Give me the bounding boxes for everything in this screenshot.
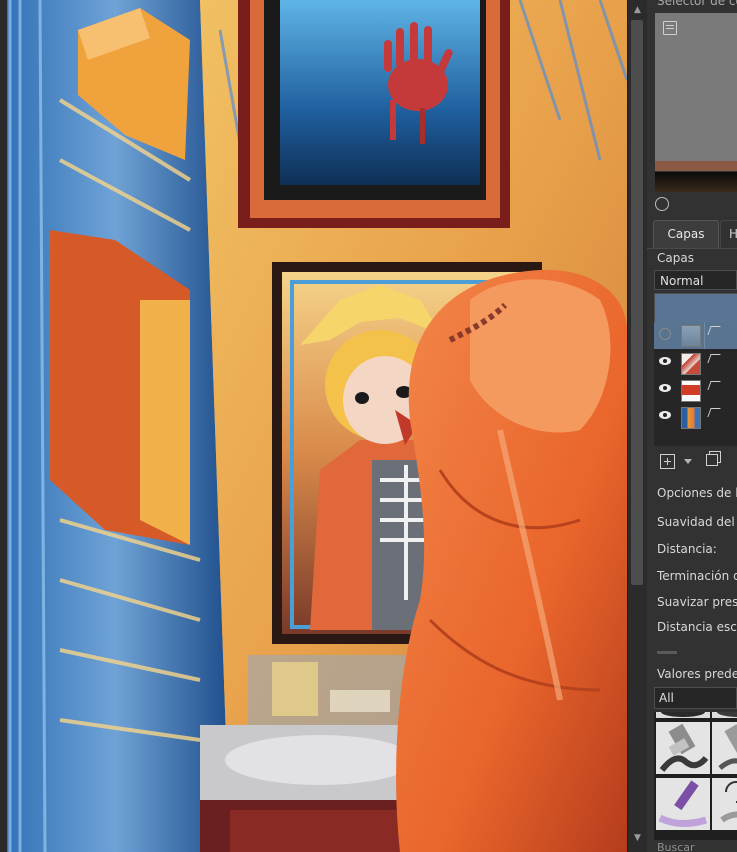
refresh-icon[interactable] <box>655 197 669 211</box>
smoothness-label: Suavidad del pi <box>657 515 737 529</box>
layer-row[interactable] <box>654 322 737 349</box>
layers-panel-title: Capas <box>657 251 694 265</box>
layer-row[interactable] <box>654 350 737 377</box>
layer-thumbnail <box>681 353 701 375</box>
brush-presets-title: Valores predefi <box>657 667 737 681</box>
docker-panel: Selector de colo Capas H Capas Normal <box>647 0 737 852</box>
preset-tag-select[interactable]: All <box>654 687 737 709</box>
layer-row[interactable] <box>654 404 737 431</box>
scroll-down-icon[interactable]: ▼ <box>631 832 644 845</box>
layer-row[interactable] <box>654 377 737 404</box>
inherit-alpha-icon[interactable] <box>707 381 721 390</box>
color-history-strip[interactable] <box>655 161 737 171</box>
chevron-down-icon[interactable] <box>684 459 692 464</box>
tab-history[interactable]: H <box>720 220 737 248</box>
distance-label: Distancia: <box>657 542 717 556</box>
tab-capas[interactable]: Capas <box>653 220 719 248</box>
pressure-smoothing-label: Suavizar presió <box>657 595 737 609</box>
color-menu-icon[interactable] <box>663 21 677 35</box>
visibility-eye-icon[interactable] <box>659 384 672 393</box>
layer-thumbnail <box>681 407 701 429</box>
canvas-vertical-scrollbar[interactable]: ▲ ▼ <box>627 0 647 852</box>
layer-list[interactable] <box>654 322 737 446</box>
brush-preset-grid[interactable] <box>654 712 737 840</box>
brush-options-title: Opciones de la <box>657 486 737 500</box>
brush-preset[interactable] <box>656 712 710 718</box>
brush-preset[interactable] <box>712 722 737 774</box>
color-gradient-strip[interactable] <box>655 172 737 192</box>
inherit-alpha-icon[interactable] <box>707 326 721 335</box>
layer-thumbnail <box>681 325 701 347</box>
layer-opacity-slider[interactable] <box>654 293 737 323</box>
add-layer-icon[interactable] <box>660 454 675 469</box>
visibility-off-icon[interactable] <box>659 328 672 340</box>
brush-preset[interactable] <box>656 778 710 830</box>
ending-label: Terminación de <box>657 569 737 583</box>
brush-preset[interactable] <box>712 712 737 718</box>
brush-preset[interactable] <box>656 722 710 774</box>
layer-thumbnail <box>681 380 701 402</box>
scale-distance-label: Distancia escala <box>657 620 737 634</box>
visibility-eye-icon[interactable] <box>659 411 672 420</box>
visibility-eye-icon[interactable] <box>659 357 672 366</box>
scrollbar-thumb[interactable] <box>631 20 643 585</box>
scroll-up-icon[interactable]: ▲ <box>631 4 644 17</box>
preset-search-label: Buscar <box>657 841 695 852</box>
canvas-viewport[interactable] <box>0 0 627 852</box>
blend-mode-select[interactable]: Normal <box>654 270 737 290</box>
brush-preset[interactable] <box>712 778 737 830</box>
color-selector-title: Selector de colo <box>657 0 737 8</box>
inherit-alpha-icon[interactable] <box>707 408 721 417</box>
layer-toolbar <box>647 450 737 474</box>
duplicate-layer-icon[interactable] <box>706 454 718 466</box>
artwork[interactable] <box>0 0 627 852</box>
docker-tab-bar: Capas H <box>647 220 737 249</box>
options-divider <box>657 651 677 654</box>
color-selector-area[interactable] <box>655 13 737 161</box>
inherit-alpha-icon[interactable] <box>707 354 721 363</box>
